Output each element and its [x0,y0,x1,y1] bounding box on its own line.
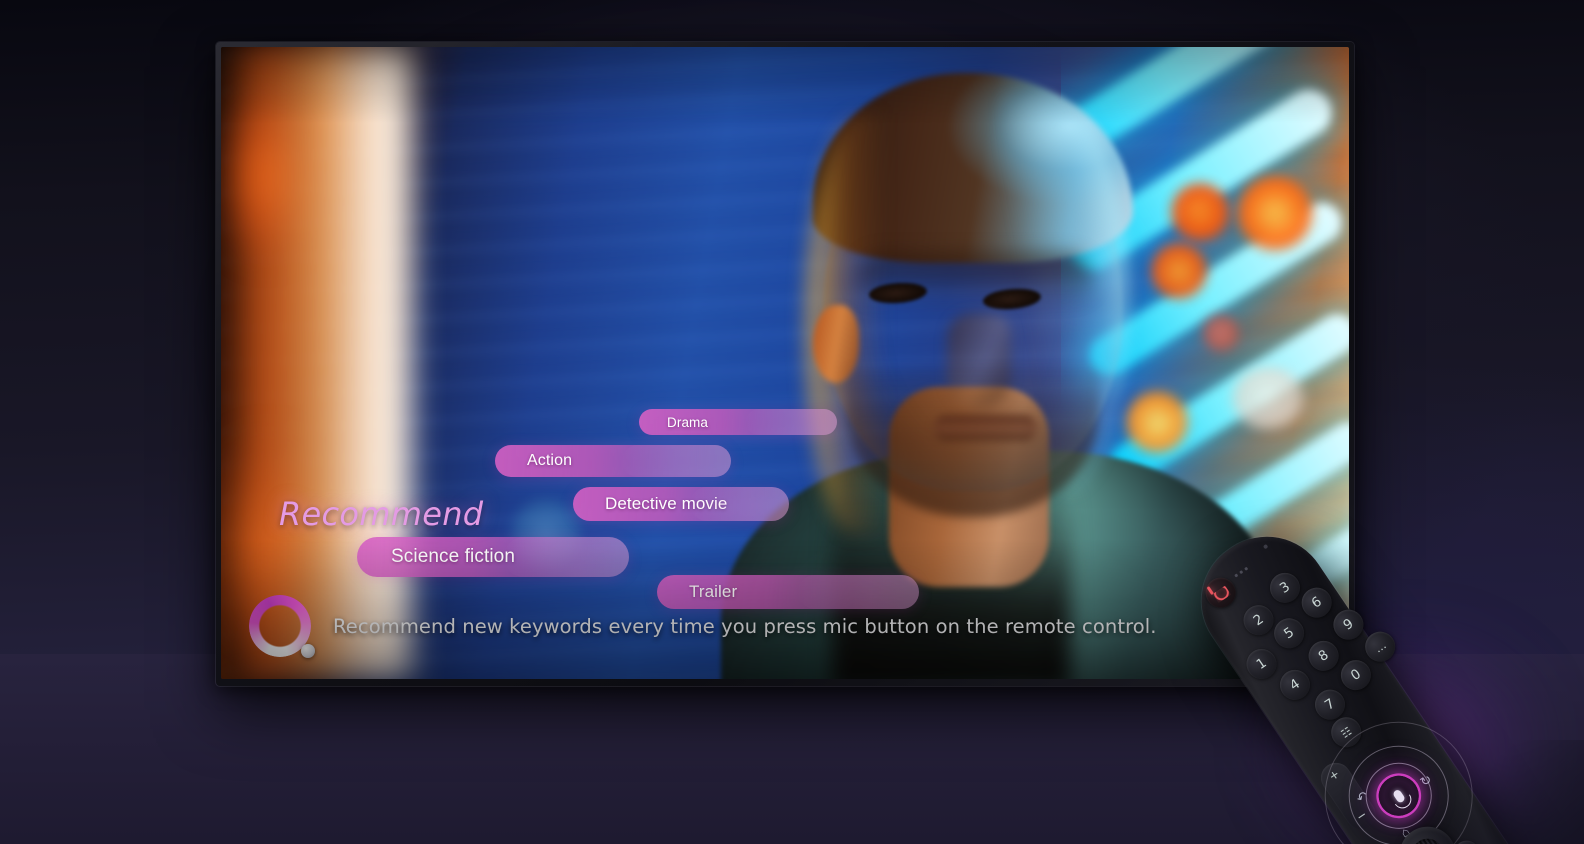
remote-control-area: 2 3 1 5 6 4 8 9 7 0 … ☷ + − ↶ ↻ ⌂ [1177,512,1584,844]
microphone-hole [1262,543,1269,550]
ir-indicator-dots [1234,566,1248,578]
keyword-label: Action [527,452,573,469]
key-label: 2 [1250,611,1267,630]
keyword-pill-action[interactable]: Action [495,445,731,477]
thinq-dot-icon [301,644,315,658]
keyword-label: Drama [667,414,709,430]
key-5[interactable]: 5 [1268,612,1310,655]
thinq-logo-icon [249,595,315,658]
magic-remote-body: 2 3 1 5 6 4 8 9 7 0 … ☷ + − ↶ ↻ ⌂ [1177,512,1547,844]
key-label: 0 [1347,666,1364,685]
keyword-pill-detective-movie[interactable]: Detective movie [573,487,790,521]
key-0[interactable]: 0 [1335,654,1377,696]
key-label: 8 [1315,646,1332,665]
key-label: 6 [1308,593,1325,612]
keyword-pill-drama[interactable]: Drama [639,409,838,435]
key-4[interactable]: 4 [1274,664,1316,706]
keyword-label: Science fiction [391,546,516,567]
power-button[interactable] [1199,571,1242,614]
key-label: 7 [1321,695,1339,714]
key-9[interactable]: 9 [1327,603,1370,646]
key-label: … [1371,638,1389,656]
microphone-icon [1391,788,1406,804]
key-label: 3 [1276,578,1294,597]
caption-text: Recommend new keywords every time you pr… [333,614,1157,638]
key-6[interactable]: 6 [1295,581,1338,624]
more-key[interactable]: … [1359,625,1401,668]
key-label: 4 [1286,675,1303,694]
key-1[interactable]: 1 [1240,643,1283,685]
keyword-pill-science-fiction[interactable]: Science fiction [357,537,629,577]
key-8[interactable]: 8 [1302,635,1345,677]
recommend-title: Recommend [279,495,484,533]
keyword-label: Detective movie [605,494,728,513]
key-label: 9 [1340,615,1357,634]
mic-button-cluster[interactable]: ↶ ↻ ⌂ [1295,693,1502,844]
key-label: 5 [1281,624,1298,643]
scene-root: Drama Action Detective movie Science fic… [0,0,1584,844]
key-label: 1 [1253,654,1270,673]
key-3[interactable]: 3 [1264,567,1306,609]
scroll-wheel-texture [1405,832,1450,844]
caption-row: Recommend new keywords every time you pr… [249,595,1157,658]
